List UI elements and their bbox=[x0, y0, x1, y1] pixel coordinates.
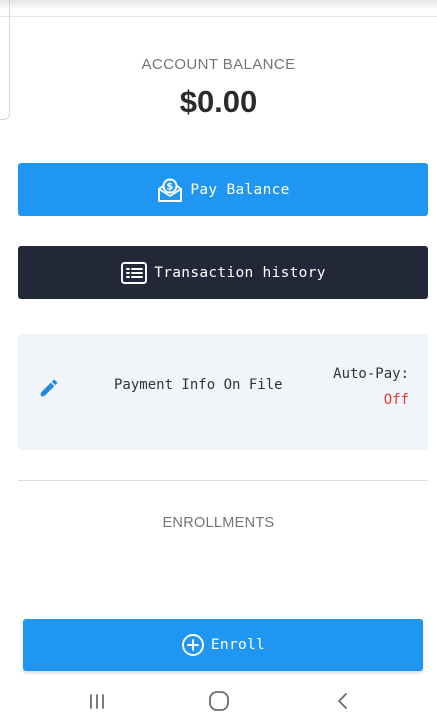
system-navigation-bar bbox=[0, 683, 437, 723]
nav-recents-button[interactable] bbox=[67, 683, 127, 723]
account-balance-label: ACCOUNT BALANCE bbox=[141, 56, 296, 73]
nav-home-button[interactable] bbox=[189, 683, 249, 723]
pay-balance-label: Pay Balance bbox=[190, 181, 290, 198]
money-envelope-icon: $ bbox=[156, 177, 184, 203]
enroll-label: Enroll bbox=[210, 637, 266, 653]
enrollments-heading: ENROLLMENTS bbox=[162, 515, 275, 531]
autopay-label: Auto-Pay: bbox=[333, 366, 409, 382]
top-shadow bbox=[0, 0, 437, 10]
enroll-button[interactable]: Enroll bbox=[23, 619, 423, 671]
nav-back-button[interactable] bbox=[313, 683, 373, 723]
plus-circle-icon bbox=[181, 633, 205, 657]
transaction-history-label: Transaction history bbox=[154, 264, 326, 281]
header-divider bbox=[0, 16, 437, 17]
back-icon bbox=[335, 691, 351, 716]
pay-balance-button[interactable]: $ Pay Balance bbox=[18, 163, 428, 216]
list-icon bbox=[120, 261, 148, 285]
pencil-icon[interactable] bbox=[38, 377, 60, 399]
recents-icon bbox=[87, 692, 107, 715]
svg-text:$: $ bbox=[167, 181, 174, 192]
autopay-status: Off bbox=[383, 392, 409, 408]
payment-info-text: Payment Info On File bbox=[114, 377, 283, 393]
payment-info-card: Payment Info On File Auto-Pay: Off bbox=[18, 334, 428, 450]
section-divider bbox=[18, 480, 428, 481]
account-balance-amount: $0.00 bbox=[179, 84, 258, 119]
transaction-history-button[interactable]: Transaction history bbox=[18, 246, 428, 299]
home-icon bbox=[207, 689, 231, 718]
